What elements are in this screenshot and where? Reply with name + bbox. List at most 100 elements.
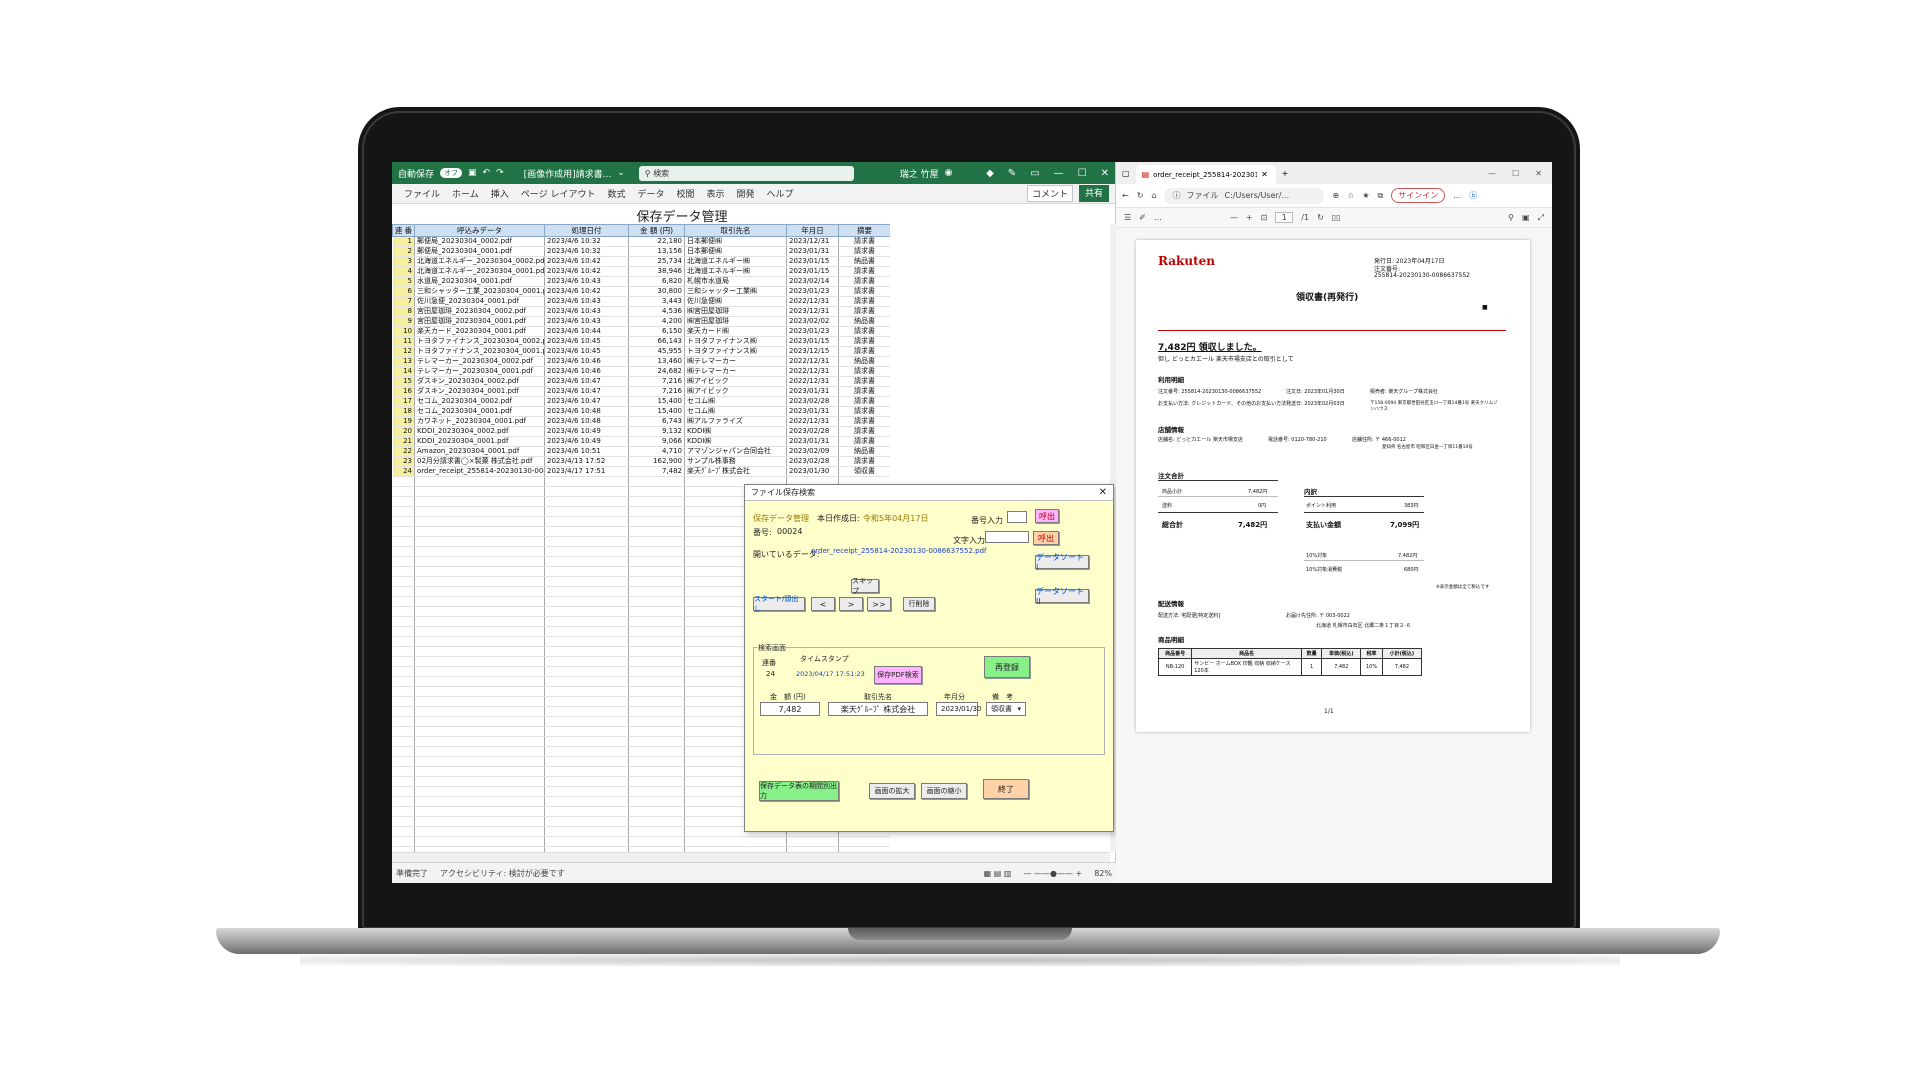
- table-cell[interactable]: 楽天カード_20230304_0001.pdf: [414, 326, 545, 337]
- text-input[interactable]: [985, 531, 1029, 543]
- table-cell[interactable]: 2023/02/14: [786, 276, 839, 287]
- table-cell[interactable]: ㈱アイビック: [684, 376, 787, 387]
- table-row[interactable]: 2 郵便局_20230304_0001.pdf 2023/4/6 10:32 13,1…: [392, 246, 890, 257]
- table-cell[interactable]: 2023/4/6 10:47: [544, 376, 629, 387]
- table-cell[interactable]: 2023/4/6 10:45: [544, 346, 629, 357]
- table-row[interactable]: 3 北海道エネルギー_20230304_0002.pdf 2023/4/6 10:4…: [392, 256, 890, 267]
- horizontal-scrollbar[interactable]: [392, 852, 1110, 862]
- menu-item[interactable]: ページ レイアウト: [515, 187, 602, 200]
- table-cell[interactable]: 2022/12/31: [786, 416, 839, 427]
- table-row[interactable]: 10 楽天カード_20230304_0001.pdf 2023/4/6 10:44 6…: [392, 326, 890, 337]
- table-cell[interactable]: [414, 606, 545, 617]
- table-cell[interactable]: [628, 806, 685, 817]
- table-cell[interactable]: [392, 726, 415, 737]
- save-icon[interactable]: ▣: [1522, 213, 1530, 222]
- table-cell[interactable]: 2023/4/13 17:52: [544, 456, 629, 467]
- table-cell[interactable]: [392, 566, 415, 577]
- partner-field[interactable]: 楽天ｸﾞﾙｰﾌﾟ 株式会社: [828, 702, 928, 716]
- table-cell[interactable]: 24,682: [628, 366, 685, 377]
- table-cell[interactable]: ㈱テレマーカー: [684, 356, 787, 367]
- table-cell[interactable]: [628, 756, 685, 767]
- undo-icon[interactable]: ↶: [483, 168, 491, 178]
- menu-item[interactable]: ヘルプ: [761, 187, 800, 200]
- note-select[interactable]: 領収書 ▾: [986, 702, 1026, 716]
- table-cell[interactable]: [628, 696, 685, 707]
- table-cell[interactable]: 9,066: [628, 436, 685, 447]
- table-cell[interactable]: 1: [392, 236, 415, 247]
- table-cell[interactable]: 請求書: [838, 416, 890, 427]
- table-cell[interactable]: [414, 616, 545, 627]
- table-cell[interactable]: [544, 706, 629, 717]
- period-output-button[interactable]: 保存データ表の期間別出力: [759, 781, 839, 801]
- empty-row[interactable]: [392, 836, 890, 847]
- table-cell[interactable]: 三和シャッター工業_20230304_0001.pdf: [414, 286, 545, 297]
- table-cell[interactable]: [544, 596, 629, 607]
- table-cell[interactable]: [392, 546, 415, 557]
- table-cell[interactable]: [628, 706, 685, 717]
- table-cell[interactable]: [414, 476, 545, 487]
- table-cell[interactable]: [414, 676, 545, 687]
- table-cell[interactable]: 23: [392, 456, 415, 467]
- last-button[interactable]: >>: [867, 597, 891, 611]
- table-cell[interactable]: [544, 666, 629, 677]
- data-sort-1-button[interactable]: データソート I: [1035, 553, 1089, 572]
- table-cell[interactable]: 9: [392, 316, 415, 327]
- table-cell[interactable]: 4,710: [628, 446, 685, 457]
- table-cell[interactable]: 2023/01/15: [786, 336, 839, 347]
- table-cell[interactable]: [544, 636, 629, 647]
- table-cell[interactable]: [414, 826, 545, 837]
- table-cell[interactable]: [544, 516, 629, 527]
- autosave-toggle[interactable]: オフ: [440, 168, 463, 178]
- minimize-icon[interactable]: —: [1488, 169, 1496, 178]
- table-cell[interactable]: KDDI㈱: [684, 426, 787, 437]
- table-cell[interactable]: [414, 686, 545, 697]
- table-cell[interactable]: 15: [392, 376, 415, 387]
- table-cell[interactable]: 2023/4/6 10:48: [544, 416, 629, 427]
- fullscreen-icon[interactable]: ⤢: [1538, 213, 1544, 223]
- table-cell[interactable]: [544, 476, 629, 487]
- table-cell[interactable]: セコム㈱: [684, 406, 787, 417]
- table-cell[interactable]: [628, 486, 685, 497]
- table-cell[interactable]: [786, 836, 839, 847]
- table-cell[interactable]: トヨタファイナンス_20230304_0002.pdf: [414, 336, 545, 347]
- tab-actions-icon[interactable]: ▢: [1122, 169, 1130, 178]
- table-cell[interactable]: [544, 756, 629, 767]
- table-cell[interactable]: 12: [392, 346, 415, 357]
- table-cell[interactable]: 10: [392, 326, 415, 337]
- table-cell[interactable]: [392, 626, 415, 637]
- table-cell[interactable]: KDDI_20230304_0001.pdf: [414, 436, 545, 447]
- table-cell[interactable]: [392, 506, 415, 517]
- table-cell[interactable]: 2023/4/6 10:42: [544, 256, 629, 267]
- table-cell[interactable]: [544, 626, 629, 637]
- table-cell[interactable]: [544, 676, 629, 687]
- collections-icon[interactable]: ⧉: [1378, 191, 1384, 201]
- table-cell[interactable]: [392, 606, 415, 617]
- search-input[interactable]: ⚲ 検索: [638, 165, 854, 181]
- table-cell[interactable]: 19: [392, 416, 415, 427]
- page-input[interactable]: 1: [1275, 212, 1294, 223]
- table-cell[interactable]: 2023/4/6 10:46: [544, 356, 629, 367]
- table-cell[interactable]: ㈱宮田屋珈琲: [684, 306, 787, 317]
- next-button[interactable]: >: [839, 597, 863, 611]
- table-cell[interactable]: 2023/01/23: [786, 326, 839, 337]
- menu-item[interactable]: ホーム: [446, 187, 485, 200]
- table-cell[interactable]: [544, 826, 629, 837]
- table-cell[interactable]: [392, 616, 415, 627]
- table-cell[interactable]: 楽天カード㈱: [684, 326, 787, 337]
- table-cell[interactable]: 2023/4/6 10:43: [544, 296, 629, 307]
- table-cell[interactable]: 45,955: [628, 346, 685, 357]
- table-cell[interactable]: ㈱アルファライズ: [684, 416, 787, 427]
- table-cell[interactable]: order_receipt_255814-20230130-00866375: [414, 466, 545, 477]
- table-cell[interactable]: サンプル株事務: [684, 456, 787, 467]
- table-cell[interactable]: [392, 516, 415, 527]
- table-cell[interactable]: 02月分請求書◯×製菓 株式会社.pdf: [414, 456, 545, 467]
- table-cell[interactable]: 請求書: [838, 346, 890, 357]
- table-cell[interactable]: [392, 476, 415, 487]
- table-cell[interactable]: 6: [392, 286, 415, 297]
- table-cell[interactable]: 7,216: [628, 376, 685, 387]
- table-row[interactable]: 22 Amazon_20230304_0001.pdf 2023/4/6 10:51…: [392, 446, 890, 457]
- table-cell[interactable]: [628, 516, 685, 527]
- table-cell[interactable]: [392, 586, 415, 597]
- table-cell[interactable]: [628, 616, 685, 627]
- table-cell[interactable]: [392, 696, 415, 707]
